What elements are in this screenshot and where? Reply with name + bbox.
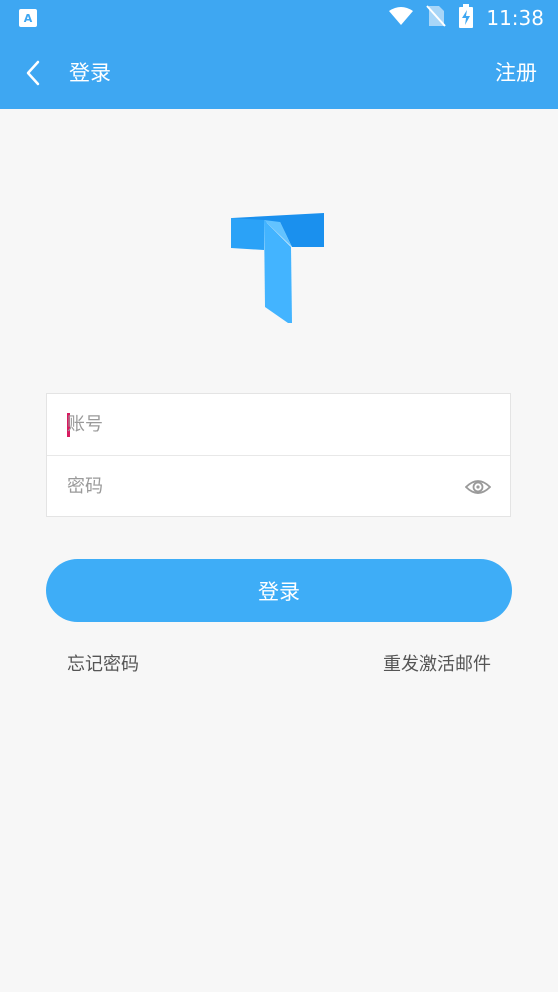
status-bar: A 11:38 xyxy=(0,0,558,36)
page-title: 登录 xyxy=(69,61,111,85)
t-logo-icon xyxy=(228,210,328,326)
battery-charging-icon xyxy=(458,4,474,32)
password-field-row xyxy=(47,456,510,517)
wifi-icon xyxy=(388,6,414,30)
account-input[interactable] xyxy=(67,394,447,455)
no-sim-icon xyxy=(426,5,447,31)
register-button[interactable]: 注册 xyxy=(495,58,537,88)
account-field-row xyxy=(47,394,510,456)
login-form xyxy=(46,393,511,517)
forgot-password-link[interactable]: 忘记密码 xyxy=(67,651,139,679)
status-time: 11:38 xyxy=(486,6,544,30)
chevron-left-icon xyxy=(26,60,40,86)
password-input[interactable] xyxy=(67,456,447,517)
back-button[interactable] xyxy=(16,56,50,90)
password-visibility-toggle[interactable] xyxy=(464,474,492,500)
eye-icon xyxy=(465,480,491,494)
app-notification-icon: A xyxy=(18,8,38,28)
status-icons: 11:38 xyxy=(388,4,544,32)
app-bar: 登录 注册 xyxy=(0,36,558,109)
svg-text:A: A xyxy=(24,12,33,25)
resend-activation-link[interactable]: 重发激活邮件 xyxy=(383,651,491,679)
login-button[interactable]: 登录 xyxy=(46,559,512,622)
